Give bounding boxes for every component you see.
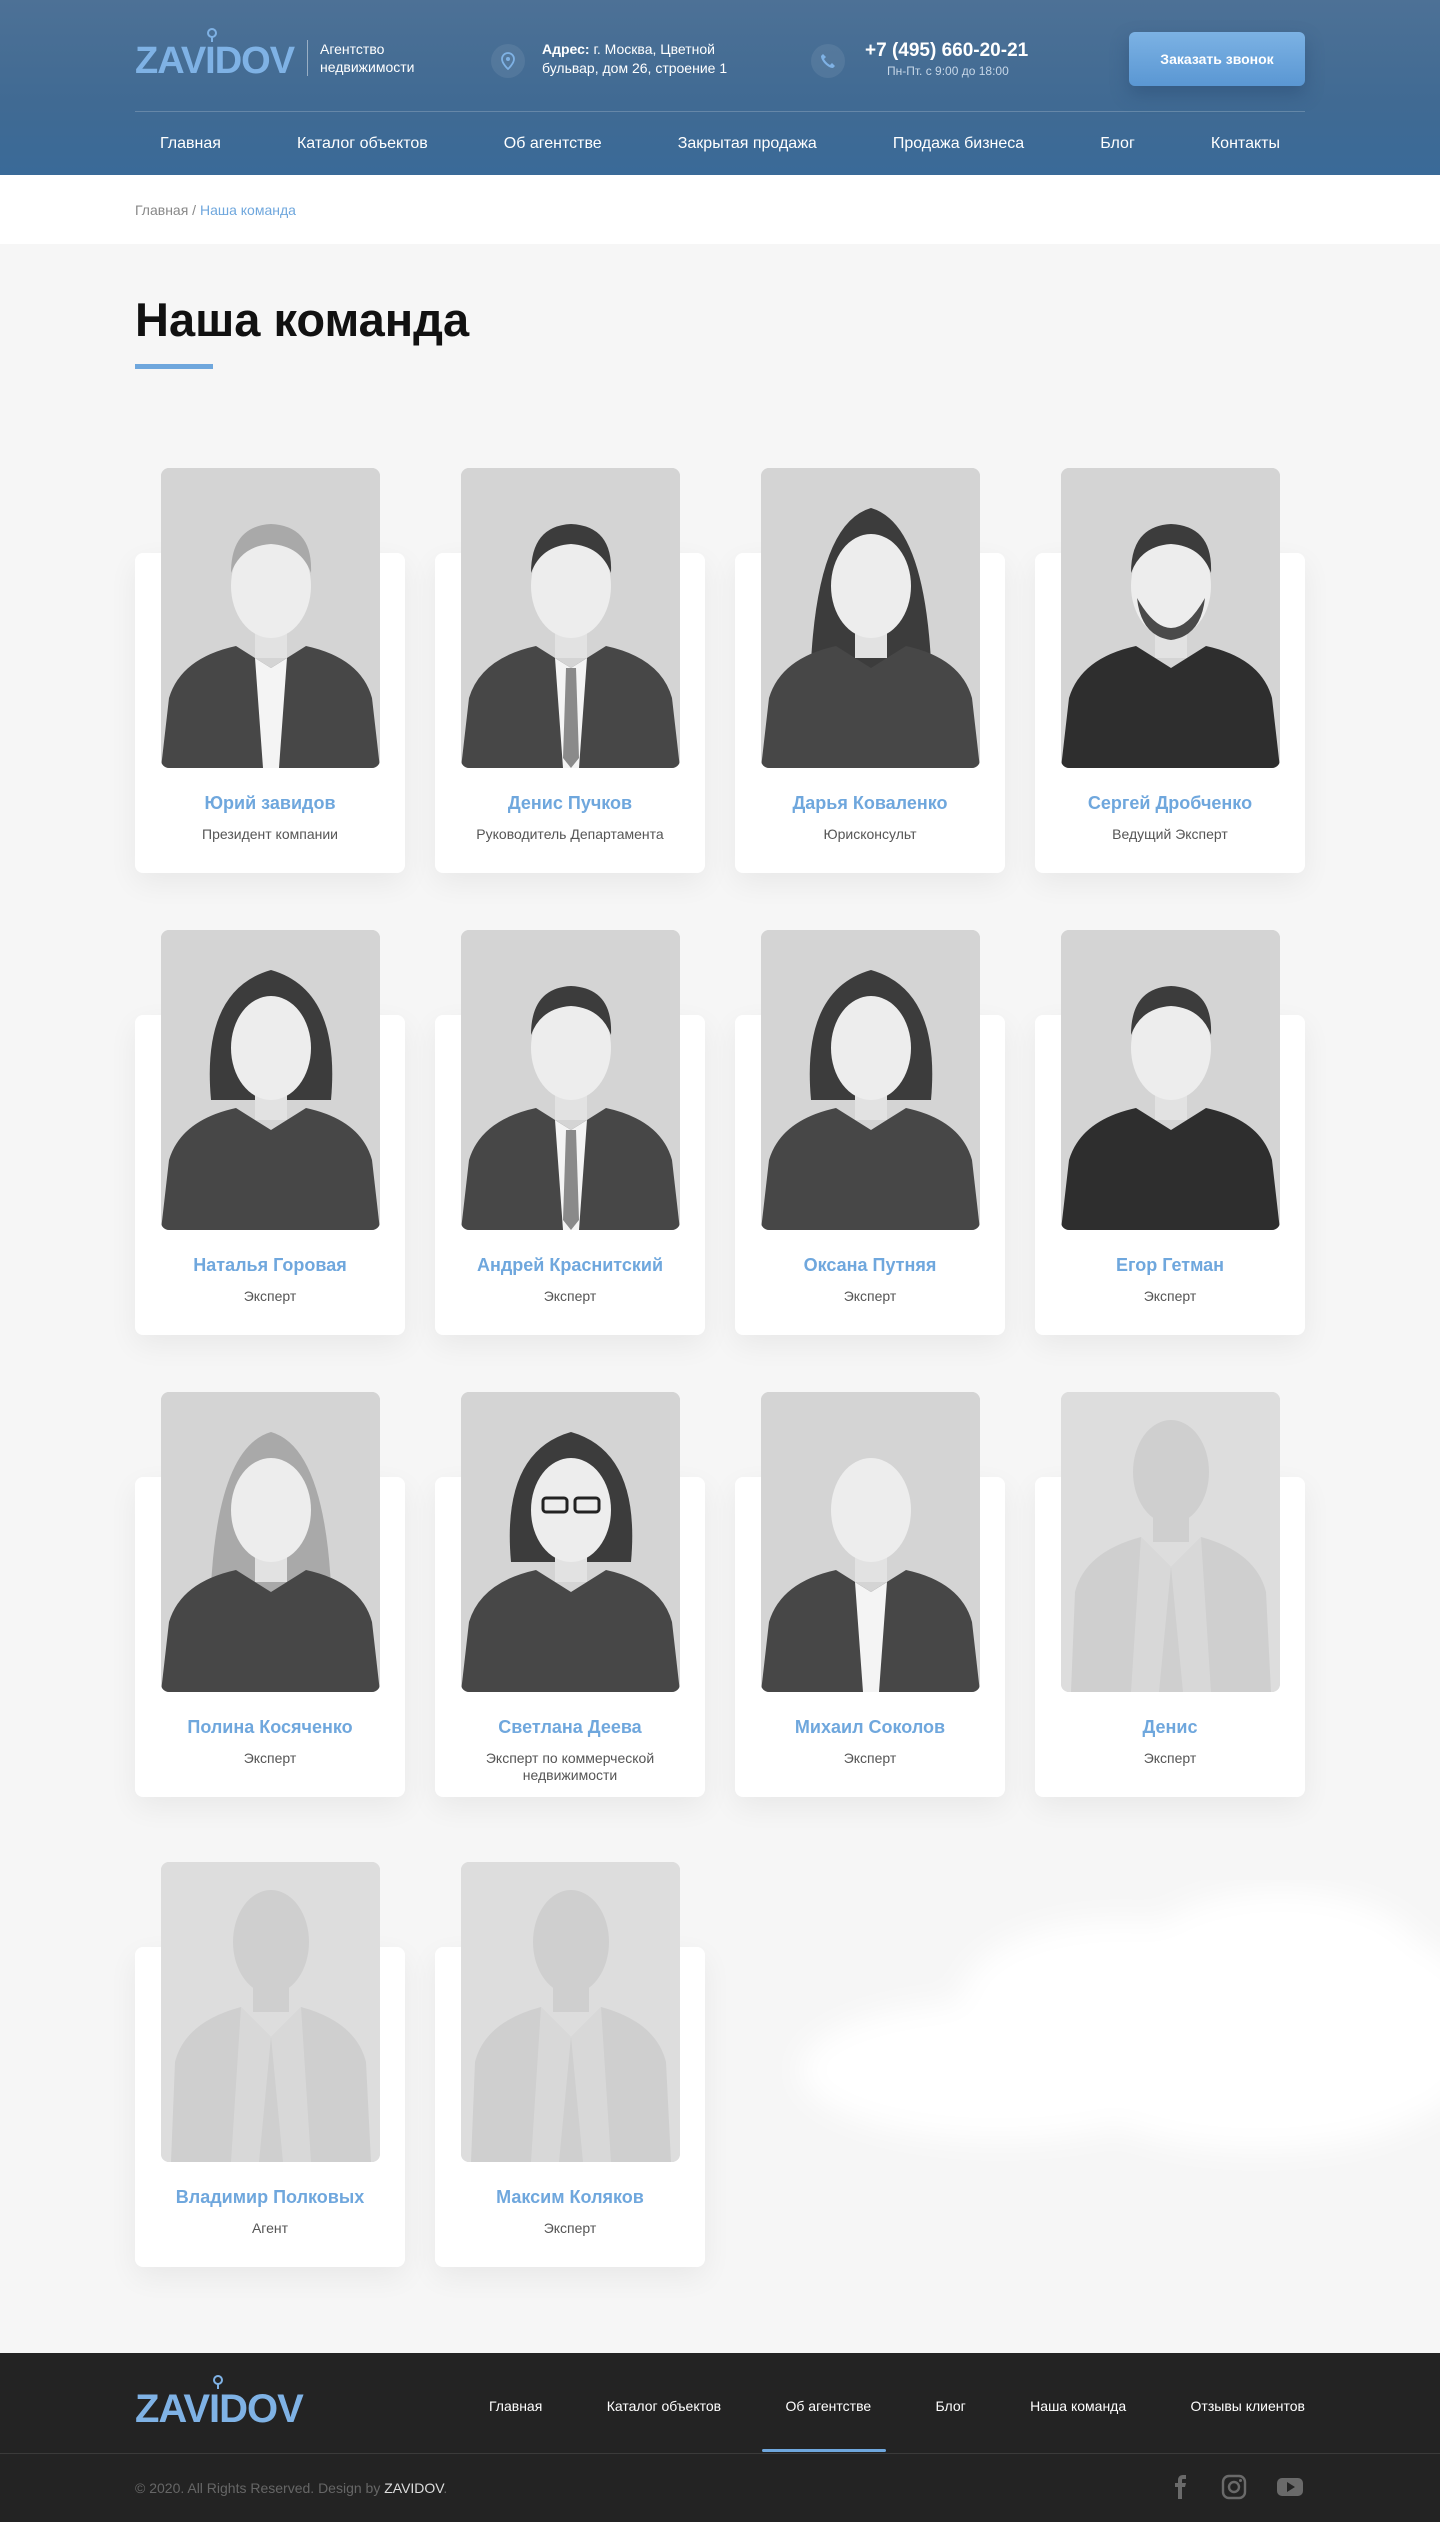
- team-member-photo: [161, 1392, 380, 1692]
- team-member-role: Эксперт по коммерческой недвижимости: [485, 1750, 655, 1783]
- location-icon: [491, 44, 525, 78]
- team-member-name[interactable]: Дарья Коваленко: [735, 793, 1005, 814]
- team-member-name[interactable]: Сергей Дробченко: [1035, 793, 1305, 814]
- site-logo[interactable]: ZAVIDOV: [135, 26, 295, 86]
- working-hours: Пн-Пт. с 9:00 до 18:00: [887, 64, 1009, 78]
- footer-nav-about[interactable]: Об агентстве: [786, 2398, 872, 2414]
- copyright-end: .: [443, 2480, 448, 2496]
- team-member-name[interactable]: Денис Пучков: [435, 793, 705, 814]
- footer-divider: [0, 2453, 1440, 2454]
- team-member-name[interactable]: Владимир Полковых: [135, 2187, 405, 2208]
- team-member-role: Эксперт: [843, 1750, 897, 1766]
- phone-icon: [811, 44, 845, 78]
- nav-item-closed-sale[interactable]: Закрытая продажа: [678, 135, 817, 153]
- avatar-placeholder: [161, 1862, 380, 2162]
- facebook-icon[interactable]: [1167, 2473, 1195, 2501]
- team-member-role: Юрисконсульт: [823, 826, 917, 842]
- breadcrumb-separator: /: [188, 202, 200, 218]
- team-member-name[interactable]: Егор Гетман: [1035, 1255, 1305, 1276]
- header-address: Адрес: г. Москва, Цветной бульвар, дом 2…: [542, 40, 762, 78]
- footer-nav-catalog[interactable]: Каталог объектов: [607, 2398, 721, 2414]
- instagram-icon[interactable]: [1220, 2473, 1248, 2501]
- youtube-icon[interactable]: [1276, 2473, 1304, 2501]
- team-member-name[interactable]: Светлана Деева: [435, 1717, 705, 1738]
- nav-item-about[interactable]: Об агентстве: [504, 135, 602, 153]
- team-member-role: Эксперт: [1143, 1288, 1197, 1304]
- team-member-photo: [1061, 930, 1280, 1230]
- team-member-role: Эксперт: [543, 1288, 597, 1304]
- breadcrumb-current: Наша команда: [199, 202, 296, 218]
- footer-logo[interactable]: ZAVIDOV: [135, 2375, 315, 2435]
- footer-nav-active-indicator: [762, 2449, 886, 2452]
- team-member-name[interactable]: Оксана Путняя: [735, 1255, 1005, 1276]
- nav-item-blog[interactable]: Блог: [1100, 135, 1135, 153]
- logo-text: ZAVIDOV: [135, 40, 295, 82]
- team-member-role: Эксперт: [243, 1288, 297, 1304]
- request-callback-button[interactable]: Заказать звонок: [1129, 32, 1305, 86]
- team-member-photo: [761, 930, 980, 1230]
- title-underline: [135, 364, 213, 369]
- team-member-photo: [761, 468, 980, 768]
- team-member-photo: [161, 930, 380, 1230]
- breadcrumb-bar: Главная / Наша команда: [0, 175, 1440, 244]
- team-member-role: Президент компании: [202, 826, 338, 842]
- team-member-role: Эксперт: [1143, 1750, 1197, 1766]
- address-label: Адрес:: [542, 41, 590, 57]
- team-member-name[interactable]: Юрий завидов: [135, 793, 405, 814]
- avatar-placeholder: [461, 1862, 680, 2162]
- site-tagline: Агентство недвижимости: [307, 40, 437, 76]
- nav-item-business-sale[interactable]: Продажа бизнеса: [893, 135, 1024, 153]
- team-member-photo: [461, 1392, 680, 1692]
- team-member-name[interactable]: Михаил Соколов: [735, 1717, 1005, 1738]
- team-member-name[interactable]: Денис: [1035, 1717, 1305, 1738]
- avatar-placeholder: [1061, 1392, 1280, 1692]
- page-title: Наша команда: [135, 293, 470, 346]
- team-member-role: Эксперт: [843, 1288, 897, 1304]
- team-member-photo: [161, 468, 380, 768]
- footer-nav-reviews[interactable]: Отзывы клиентов: [1191, 2398, 1305, 2414]
- copyright-text: © 2020. All Rights Reserved. Design by: [135, 2480, 381, 2496]
- team-member-role: Эксперт: [543, 2220, 597, 2236]
- copyright: © 2020. All Rights Reserved. Design by Z…: [135, 2480, 447, 2496]
- footer-logo-text: ZAVIDOV: [135, 2387, 304, 2431]
- team-member-photo: [1061, 468, 1280, 768]
- footer-nav-blog[interactable]: Блог: [936, 2398, 966, 2414]
- team-member-role: Агент: [251, 2220, 289, 2236]
- copyright-brand[interactable]: ZAVIDOV: [384, 2480, 443, 2496]
- breadcrumb-home-link[interactable]: Главная: [135, 202, 188, 218]
- nav-item-home[interactable]: Главная: [160, 135, 221, 153]
- footer-nav: Главная Каталог объектов Об агентстве Бл…: [489, 2398, 1305, 2414]
- team-member-name[interactable]: Наталья Горовая: [135, 1255, 405, 1276]
- team-member-photo: [461, 468, 680, 768]
- nav-item-catalog[interactable]: Каталог объектов: [297, 135, 428, 153]
- team-member-name[interactable]: Максим Коляков: [435, 2187, 705, 2208]
- footer-nav-home[interactable]: Главная: [489, 2398, 542, 2414]
- cloud-decoration: [800, 1890, 1440, 2150]
- team-member-photo: [761, 1392, 980, 1692]
- site-header: ZAVIDOV Агентство недвижимости Адрес: г.…: [0, 0, 1440, 175]
- header-phone-link[interactable]: +7 (495) 660-20-21: [865, 40, 1028, 62]
- nav-item-contacts[interactable]: Контакты: [1211, 135, 1280, 153]
- team-member-name[interactable]: Полина Косяченко: [135, 1717, 405, 1738]
- team-member-role: Руководитель Департамента: [476, 826, 664, 842]
- team-member-photo: [461, 930, 680, 1230]
- team-member-role: Ведущий Эксперт: [1112, 826, 1228, 842]
- site-footer: ZAVIDOV Главная Каталог объектов Об аген…: [0, 2353, 1440, 2522]
- breadcrumb: Главная / Наша команда: [135, 202, 296, 218]
- main-nav: Главная Каталог объектов Об агентстве За…: [135, 112, 1305, 175]
- team-member-name[interactable]: Андрей Краснитский: [435, 1255, 705, 1276]
- team-member-role: Эксперт: [243, 1750, 297, 1766]
- footer-nav-team[interactable]: Наша команда: [1030, 2398, 1126, 2414]
